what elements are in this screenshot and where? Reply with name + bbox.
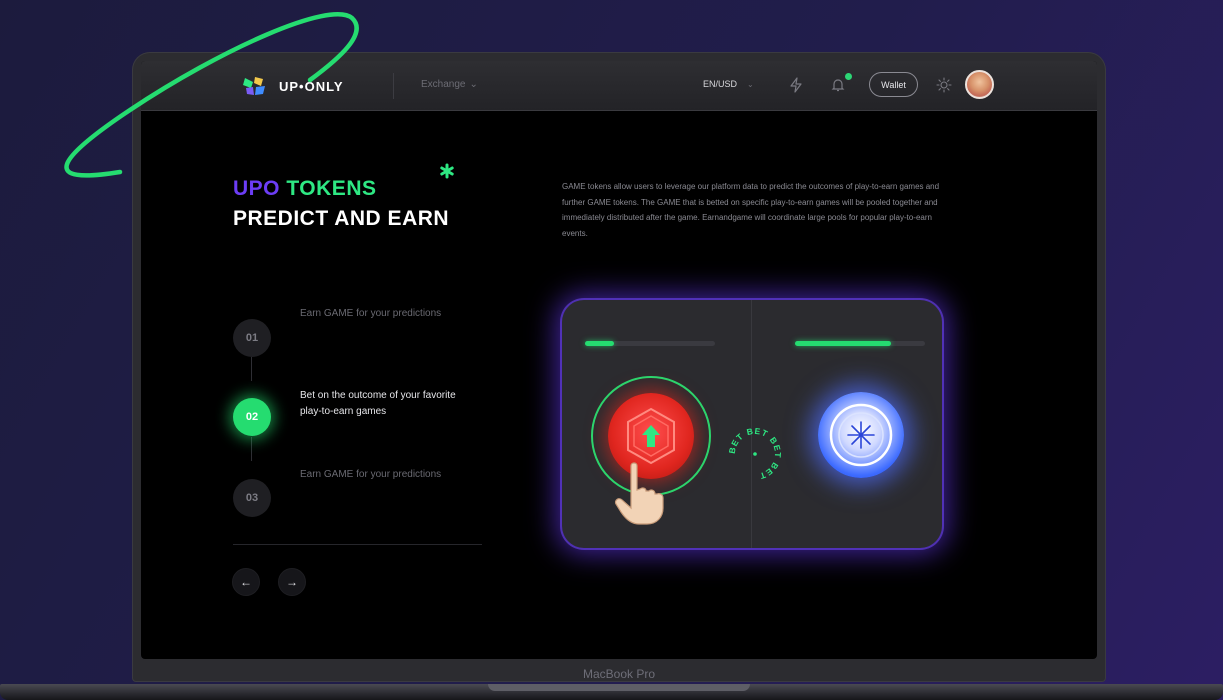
steps-divider — [233, 544, 482, 545]
laptop-base — [0, 684, 1223, 700]
currency-selector[interactable]: EN/USD ⌄ — [703, 79, 754, 89]
prev-arrow-button[interactable]: ← — [232, 568, 260, 596]
title-line-2: PREDICT AND EARN — [233, 207, 450, 230]
asterisk-icon — [440, 163, 454, 179]
currency-label: EN/USD — [703, 79, 738, 89]
uponly-logo-icon — [243, 77, 265, 95]
step-badge-3[interactable]: 03 — [233, 479, 271, 517]
laptop-notch — [488, 684, 750, 691]
step-badge-2[interactable]: 02 — [233, 398, 271, 436]
step-badge-1[interactable]: 01 — [233, 319, 271, 357]
step-text-2: Bet on the outcome of your favorite play… — [300, 390, 456, 417]
device-label: MacBook Pro — [582, 667, 656, 681]
logo-text: UP•ONLY — [279, 78, 344, 94]
next-arrow-button[interactable]: → — [278, 568, 306, 596]
page-title: UPO TOKENS PREDICT AND EARN — [233, 174, 449, 234]
chevron-down-icon: ⌄ — [469, 79, 478, 90]
step-connector — [251, 437, 252, 461]
step-text-1: Earn GAME for your predictions — [300, 308, 442, 319]
title-tokens: TOKENS — [286, 177, 377, 200]
avatar[interactable] — [965, 70, 994, 99]
nav-divider — [393, 73, 394, 99]
exchange-label: Exchange — [421, 79, 466, 90]
lightning-icon[interactable] — [787, 76, 805, 94]
notification-dot — [845, 73, 852, 80]
description-text: GAME tokens allow users to leverage our … — [562, 182, 940, 238]
wallet-button[interactable]: Wallet — [869, 72, 918, 97]
pointing-hand-icon — [614, 462, 664, 525]
snowflake-icon — [829, 403, 893, 467]
right-progress-fill — [795, 341, 892, 346]
exchange-menu[interactable]: Exchange ⌄ — [421, 79, 478, 90]
step-connector — [251, 357, 252, 381]
logo[interactable]: UP•ONLY — [241, 75, 344, 97]
sun-icon[interactable] — [935, 76, 953, 94]
left-progress-fill — [585, 341, 614, 346]
laptop-frame: UP•ONLY Exchange ⌄ EN/USD ⌄ Wallet UPO T… — [132, 52, 1106, 682]
top-nav: UP•ONLY Exchange ⌄ EN/USD ⌄ Wallet — [141, 61, 1097, 111]
bet-spinner-icon: BET BET BET BET — [727, 426, 782, 482]
left-progress-track — [585, 341, 715, 346]
bet-down-button[interactable] — [818, 392, 904, 478]
bell-icon[interactable] — [829, 76, 847, 94]
step-text-3: Earn GAME for your predictions — [300, 469, 442, 480]
screen: UP•ONLY Exchange ⌄ EN/USD ⌄ Wallet UPO T… — [141, 61, 1097, 659]
chevron-down-icon: ⌄ — [747, 79, 754, 89]
card-divider — [751, 300, 752, 548]
right-progress-track — [795, 341, 925, 346]
title-upo: UPO — [233, 177, 281, 200]
game-card: BET BET BET BET — [562, 300, 942, 548]
